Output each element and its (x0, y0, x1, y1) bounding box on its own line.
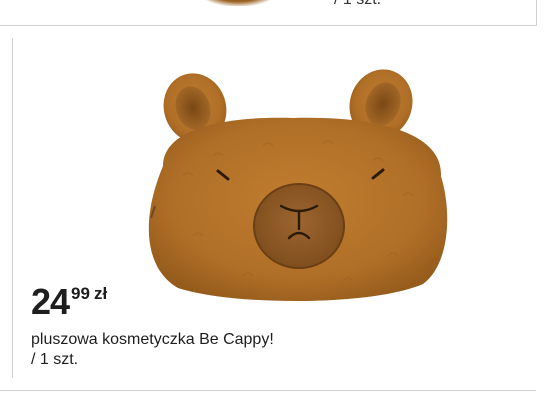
product-card[interactable]: 24 99 zł pluszowa kosmetyczka Be Cappy! … (13, 26, 536, 390)
price-currency: zł (93, 284, 108, 303)
previous-product-image (196, 0, 280, 6)
card-divider-bottom (0, 390, 536, 391)
product-listing-page: / 1 szt. (0, 0, 559, 400)
product-price: 24 99 zł (31, 284, 107, 320)
previous-product-unit: / 1 szt. (334, 0, 381, 9)
product-name[interactable]: pluszowa kosmetyczka Be Cappy! (31, 330, 274, 350)
product-unit: / 1 szt. (31, 351, 79, 368)
card-divider-right (536, 0, 537, 26)
price-integer: 24 (31, 281, 70, 322)
product-image[interactable] (123, 66, 463, 316)
price-decimal: 99 (71, 284, 90, 303)
previous-product-card[interactable]: / 1 szt. (0, 0, 559, 26)
